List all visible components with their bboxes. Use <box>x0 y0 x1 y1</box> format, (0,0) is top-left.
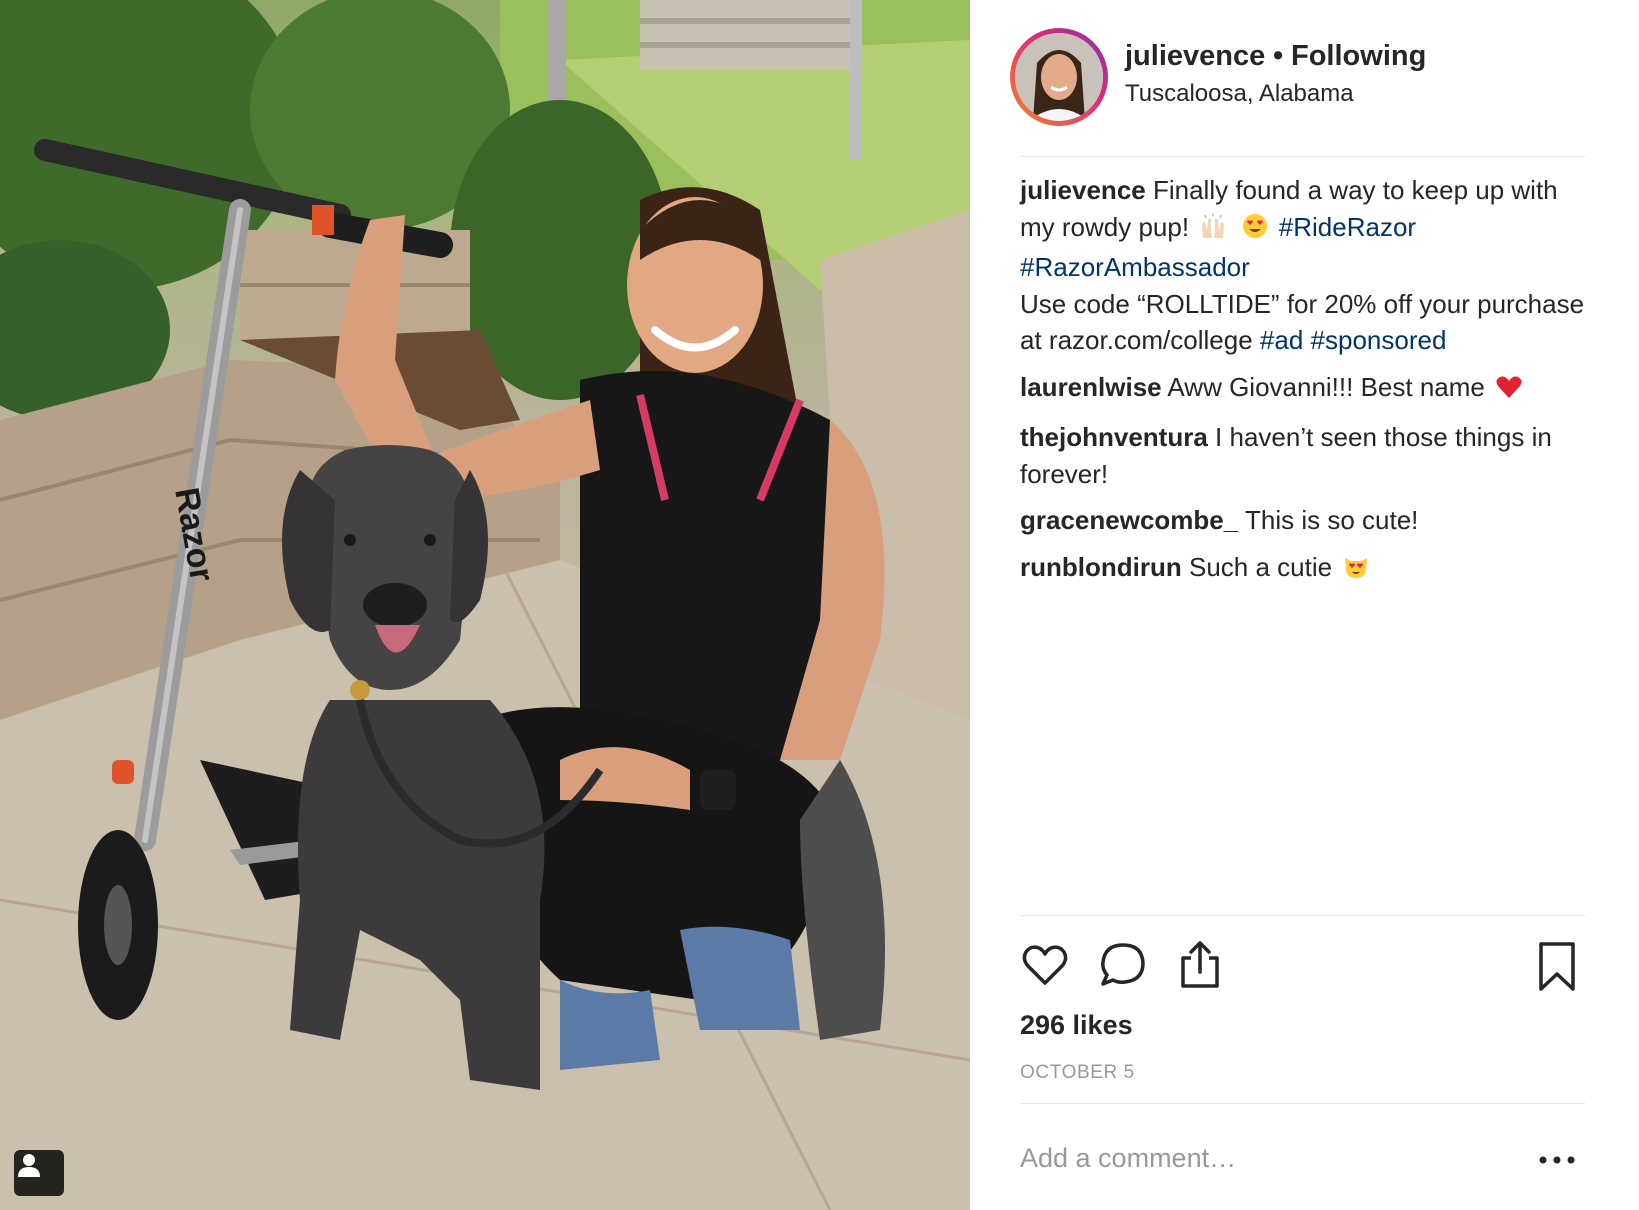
person-tag-icon-glyph <box>18 1154 40 1177</box>
comment-item: gracenewcombe_ This is so cute! <box>1020 502 1585 539</box>
post-date[interactable]: OCTOBER 5 <box>1020 1062 1135 1084</box>
comments-section: julievence Finally found a way to keep u… <box>1020 172 1585 599</box>
caption: julievence Finally found a way to keep u… <box>1020 172 1585 359</box>
avatar-photo <box>1015 33 1103 121</box>
hashtag-link[interactable]: #sponsored <box>1311 325 1447 355</box>
comment-text: Such a cutie <box>1188 551 1333 582</box>
comment-username[interactable]: runblondirun <box>1020 552 1182 582</box>
raising-hands-emoji <box>1199 212 1227 250</box>
comment-text: Aww Giovanni!!! Best name <box>1167 371 1485 402</box>
comment-item: thejohnventura I haven’t seen those thin… <box>1020 419 1585 492</box>
comment-box-divider <box>1020 1103 1585 1104</box>
comment-username[interactable]: gracenewcombe_ <box>1020 505 1238 535</box>
story-ring[interactable] <box>1010 28 1108 126</box>
heart-eyes-emoji <box>1241 212 1269 250</box>
post-author-username[interactable]: julievence <box>1125 40 1265 73</box>
heart-icon[interactable] <box>1020 940 1074 994</box>
hashtag-link[interactable]: #RazorAmbassador <box>1020 252 1250 282</box>
post-location[interactable]: Tuscaloosa, Alabama <box>1125 80 1354 108</box>
header-divider <box>1020 156 1585 157</box>
bookmark-icon[interactable] <box>1532 940 1586 994</box>
caption-text: Use code “ROLLTIDE” for 20% off your pur… <box>1020 288 1585 356</box>
actions-divider <box>1020 915 1585 916</box>
person-tag-icon[interactable] <box>14 1150 64 1196</box>
red-heart-emoji <box>1495 373 1523 410</box>
add-comment-input[interactable] <box>1020 1138 1490 1178</box>
comment-bubble-icon[interactable] <box>1098 940 1152 994</box>
hashtag-link[interactable]: #RideRazor <box>1279 212 1416 242</box>
post-details-panel: julievence • Following Tuscaloosa, Alaba… <box>970 0 1639 1210</box>
avatar[interactable] <box>1015 33 1103 121</box>
caption-username[interactable]: julievence <box>1020 175 1146 205</box>
comment-text: This is so cute! <box>1244 505 1419 535</box>
comment-item: runblondirun Such a cutie <box>1020 549 1585 590</box>
comment-username[interactable]: thejohnventura <box>1020 422 1208 452</box>
share-icon[interactable] <box>1175 940 1229 994</box>
following-button[interactable]: Following <box>1291 40 1426 73</box>
more-options-icon[interactable] <box>1535 1148 1581 1172</box>
like-count[interactable]: 296 likes <box>1020 1010 1133 1041</box>
post-photo[interactable]: Razor <box>0 0 970 1210</box>
heart-eyes-cat-emoji <box>1342 552 1370 590</box>
hashtag-link[interactable]: #ad <box>1260 325 1303 355</box>
photo-scene: Razor <box>0 0 970 1210</box>
comment-username[interactable]: laurenlwise <box>1020 372 1162 402</box>
comment-item: laurenlwise Aww Giovanni!!! Best name <box>1020 369 1585 410</box>
header-separator: • <box>1273 40 1284 72</box>
action-bar <box>1020 940 1585 1000</box>
